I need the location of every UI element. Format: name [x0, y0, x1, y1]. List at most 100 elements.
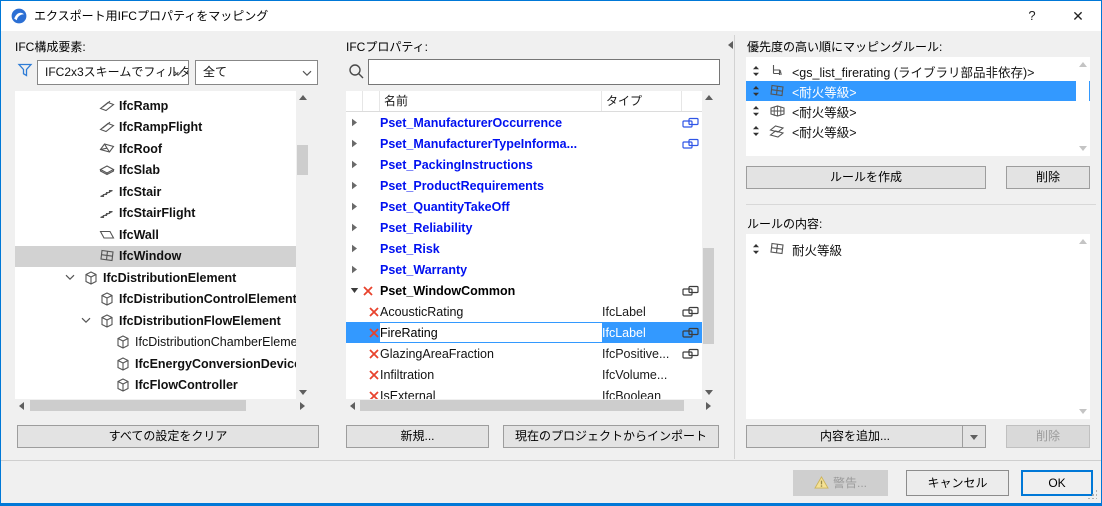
expander-open-icon[interactable] [350, 287, 359, 294]
expander-cell[interactable] [346, 175, 363, 196]
reorder-icon[interactable] [752, 85, 766, 97]
tree-item[interactable]: IfcDistributionControlElement [15, 289, 309, 311]
property-row[interactable]: Pset_Warranty [346, 259, 702, 280]
tree-item[interactable]: IfcStairFlight [15, 203, 309, 225]
property-row[interactable]: Pset_WindowCommon [346, 280, 702, 301]
link-cell [682, 259, 702, 280]
expander-closed-icon[interactable] [351, 202, 358, 211]
cancel-button[interactable]: キャンセル [906, 470, 1009, 496]
scroll-up-arrow[interactable] [1076, 235, 1089, 248]
scroll-down-arrow[interactable] [1076, 142, 1089, 155]
expander-cell[interactable] [346, 133, 363, 154]
scroll-right-arrow[interactable] [702, 399, 715, 412]
scrollbar-thumb[interactable] [30, 400, 246, 411]
expander-cell[interactable] [346, 112, 363, 133]
warning-button[interactable]: 警告... [793, 470, 888, 496]
property-name-edit-field[interactable]: FireRating [380, 323, 602, 342]
scroll-down-arrow[interactable] [1076, 405, 1089, 418]
tree-item[interactable]: IfcWindow [15, 246, 309, 268]
clear-all-settings-button[interactable]: すべての設定をクリア [17, 425, 319, 448]
property-row[interactable]: AcousticRatingIfcLabel [346, 301, 702, 322]
tree-item[interactable]: IfcSlab [15, 160, 309, 182]
reorder-icon[interactable] [752, 243, 766, 255]
property-row[interactable]: Pset_ProductRequirements [346, 175, 702, 196]
expander-closed-icon[interactable] [351, 160, 358, 169]
tree-item[interactable]: IfcWall [15, 224, 309, 246]
tree-item[interactable]: IfcRampFlight [15, 117, 309, 139]
expander-closed-icon[interactable] [351, 181, 358, 190]
expander-cell[interactable] [346, 280, 363, 301]
expander-cell[interactable] [346, 196, 363, 217]
expander-closed-icon[interactable] [351, 139, 358, 148]
close-button[interactable]: ✕ [1059, 1, 1097, 31]
scroll-up-arrow[interactable] [702, 91, 715, 104]
scroll-down-arrow[interactable] [702, 386, 715, 399]
delete-rule-button[interactable]: 削除 [1006, 166, 1090, 189]
expander-closed-icon[interactable] [351, 265, 358, 274]
property-row[interactable]: FireRatingIfcLabel [346, 322, 702, 343]
reorder-icon[interactable] [752, 125, 766, 137]
property-search-input[interactable] [368, 59, 720, 85]
tree-item[interactable]: IfcFlowController [15, 375, 309, 397]
create-rule-button[interactable]: ルールを作成 [746, 166, 986, 189]
reorder-icon[interactable] [752, 65, 766, 77]
ok-button[interactable]: OK [1021, 470, 1093, 496]
scroll-left-arrow[interactable] [346, 399, 359, 412]
chevron-down-icon[interactable] [65, 274, 81, 281]
expander-cell[interactable] [346, 238, 363, 259]
tree-item[interactable]: IfcDistributionFlowElement [15, 310, 309, 332]
type-filter-dropdown[interactable]: 全て [195, 60, 318, 85]
tree-item[interactable]: IfcDistributionChamberElement [15, 332, 309, 354]
property-row[interactable]: InfiltrationIfcVolume... [346, 364, 702, 385]
import-from-project-button[interactable]: 現在のプロジェクトからインポート [503, 425, 719, 448]
chevron-down-icon[interactable] [81, 317, 97, 324]
tree-item[interactable]: IfcRamp [15, 95, 309, 117]
scroll-down-arrow[interactable] [296, 386, 309, 399]
scrollbar-thumb[interactable] [360, 400, 684, 411]
property-row[interactable]: IsExternalIfcBoolean [346, 385, 702, 399]
property-row[interactable]: GlazingAreaFractionIfcPositive... [346, 343, 702, 364]
property-horizontal-scrollbar[interactable] [346, 399, 715, 412]
expander-cell[interactable] [346, 259, 363, 280]
tree-item[interactable]: IfcStair [15, 181, 309, 203]
expander-cell[interactable] [346, 217, 363, 238]
property-vertical-scrollbar[interactable] [702, 91, 715, 399]
expander-closed-icon[interactable] [351, 244, 358, 253]
new-property-button[interactable]: 新規... [346, 425, 489, 448]
property-row[interactable]: Pset_PackingInstructions [346, 154, 702, 175]
expander-cell[interactable] [346, 154, 363, 175]
tree-horizontal-scrollbar[interactable] [15, 399, 309, 412]
expander-closed-icon[interactable] [351, 118, 358, 127]
rules-vertical-scrollbar[interactable] [1076, 58, 1089, 155]
help-button[interactable]: ? [1017, 1, 1047, 31]
expander-closed-icon[interactable] [351, 223, 358, 232]
mapping-rule-item[interactable]: <耐火等級> [746, 101, 1090, 121]
tree-vertical-scrollbar[interactable] [296, 91, 309, 399]
reorder-icon[interactable] [752, 105, 766, 117]
property-row[interactable]: Pset_Reliability [346, 217, 702, 238]
contents-vertical-scrollbar[interactable] [1076, 235, 1089, 418]
scrollbar-thumb[interactable] [297, 145, 308, 175]
scroll-right-arrow[interactable] [296, 399, 309, 412]
tree-item[interactable]: IfcEnergyConversionDevice [15, 353, 309, 375]
mapping-rule-item[interactable]: <耐火等級> [746, 121, 1090, 141]
property-row[interactable]: Pset_ManufacturerTypeInforma... [346, 133, 702, 154]
schema-filter-dropdown[interactable]: IFC2x3スキームでフィルタ [37, 60, 189, 85]
scroll-up-arrow[interactable] [1076, 58, 1089, 71]
expander-cell [346, 322, 363, 343]
delete-content-button[interactable]: 削除 [1006, 425, 1090, 448]
property-row[interactable]: Pset_ManufacturerOccurrence [346, 112, 702, 133]
add-content-button[interactable]: 内容を追加... [746, 425, 986, 448]
add-content-dropdown-arrow[interactable] [962, 426, 985, 447]
property-row[interactable]: Pset_Risk [346, 238, 702, 259]
property-row[interactable]: Pset_QuantityTakeOff [346, 196, 702, 217]
collapse-panel-arrow-icon[interactable] [728, 41, 733, 49]
scroll-up-arrow[interactable] [296, 91, 309, 104]
mapping-rule-item[interactable]: <gs_list_firerating (ライブラリ部品非依存)> [746, 61, 1090, 81]
tree-item[interactable]: IfcRoof [15, 138, 309, 160]
scroll-left-arrow[interactable] [15, 399, 28, 412]
scrollbar-thumb[interactable] [703, 248, 714, 344]
mapping-rule-item[interactable]: <耐火等級> [746, 81, 1090, 101]
tree-item[interactable]: IfcDistributionElement [15, 267, 309, 289]
rule-content-item[interactable]: 耐火等級 [746, 239, 1090, 259]
